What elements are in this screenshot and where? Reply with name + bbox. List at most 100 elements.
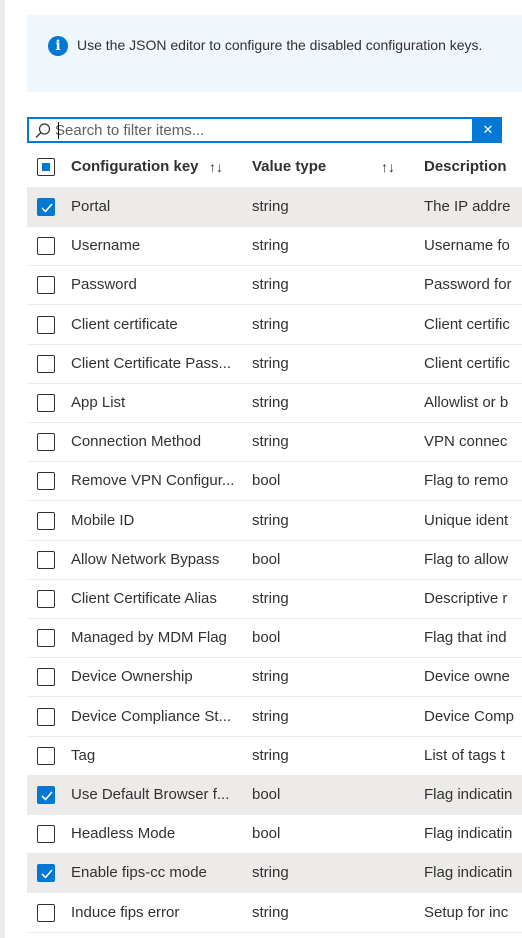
description-cell: Allowlist or b xyxy=(424,394,509,411)
row-checkbox[interactable] xyxy=(37,315,55,334)
table-row[interactable]: Tag string List of tags t xyxy=(27,737,522,776)
config-key-cell: Device Ownership xyxy=(71,668,193,686)
search-box[interactable] xyxy=(27,117,474,143)
config-key-cell: Client certificate xyxy=(71,315,178,333)
value-type-cell: string xyxy=(252,276,289,294)
value-type-cell: string xyxy=(252,903,289,921)
row-checkbox[interactable] xyxy=(37,903,55,922)
row-checkbox[interactable] xyxy=(37,825,55,844)
column-header-key[interactable]: Configuration key xyxy=(71,147,199,187)
row-checkbox[interactable] xyxy=(37,550,55,569)
description-cell: List of tags t xyxy=(424,746,505,764)
row-checkbox[interactable] xyxy=(37,354,55,373)
row-checkbox[interactable] xyxy=(37,864,55,883)
table-row[interactable]: Connection Method string VPN connec xyxy=(27,423,522,463)
config-key-cell: Device Compliance St... xyxy=(71,707,232,725)
value-type-cell: string xyxy=(252,668,289,686)
row-checkbox[interactable] xyxy=(37,198,55,216)
table-row[interactable]: Mobile ID string Unique ident xyxy=(27,502,522,541)
config-key-cell: App List xyxy=(71,394,126,411)
text-caret xyxy=(58,122,59,139)
config-key-cell: Username xyxy=(71,237,141,255)
config-key-cell: Connection Method xyxy=(71,433,202,451)
search-icon xyxy=(35,123,51,138)
value-type-cell: bool xyxy=(252,472,281,490)
table-row[interactable]: Remove VPN Configur... bool Flag to remo xyxy=(27,462,522,502)
row-checkbox[interactable] xyxy=(37,237,55,256)
sort-type-icon[interactable]: ↑↓ xyxy=(381,147,395,187)
table-row[interactable]: Managed by MDM Flag bool Flag that ind xyxy=(27,619,522,659)
table-row[interactable]: Induce fips error string Setup for inc xyxy=(27,894,522,933)
table-row[interactable]: Allow Network Bypass bool Flag to allow xyxy=(27,541,522,580)
table-row[interactable]: Client Certificate Alias string Descriptiv… xyxy=(27,580,522,619)
value-type-cell: string xyxy=(252,354,289,372)
description-cell: Client certific xyxy=(424,315,510,333)
value-type-cell: string xyxy=(252,394,289,411)
sort-key-icon[interactable]: ↑↓ xyxy=(209,147,223,187)
description-cell: Flag that ind xyxy=(424,629,507,647)
description-cell: Flag to allow xyxy=(424,550,509,568)
config-key-cell: Portal xyxy=(71,198,111,215)
row-checkbox[interactable] xyxy=(37,433,55,452)
config-key-cell: Enable fips-cc mode xyxy=(71,864,207,882)
row-checkbox[interactable] xyxy=(37,707,55,726)
row-checkbox[interactable] xyxy=(37,629,55,648)
description-cell: The IP addre xyxy=(424,198,511,215)
row-checkbox[interactable] xyxy=(37,472,55,491)
value-type-cell: bool xyxy=(252,825,281,843)
value-type-cell: string xyxy=(252,315,289,333)
config-key-cell: Headless Mode xyxy=(71,825,176,843)
info-text: Use the JSON editor to configure the dis… xyxy=(77,37,483,53)
table-row[interactable]: Client Certificate Pass... string Client c… xyxy=(27,345,522,384)
table-row[interactable]: Enable fips-cc mode string Flag indicatin xyxy=(27,854,522,894)
column-header-description[interactable]: Description xyxy=(424,147,507,187)
table-row[interactable]: App List string Allowlist or b xyxy=(27,384,522,423)
value-type-cell: string xyxy=(252,707,289,725)
row-checkbox[interactable] xyxy=(37,394,55,412)
description-cell: Descriptive r xyxy=(424,590,508,607)
description-cell: Unique ident xyxy=(424,511,509,529)
search-input[interactable] xyxy=(55,120,465,140)
description-cell: Client certific xyxy=(424,354,510,372)
value-type-cell: string xyxy=(252,864,289,882)
row-checkbox[interactable] xyxy=(37,276,55,295)
row-checkbox[interactable] xyxy=(37,786,55,804)
value-type-cell: string xyxy=(252,433,289,451)
value-type-cell: string xyxy=(252,590,289,607)
table-header: Configuration key ↑↓ Value type ↑↓ Descr… xyxy=(27,147,522,188)
info-banner: i Use the JSON editor to configure the d… xyxy=(27,15,522,92)
table-row[interactable]: Portal string The IP addre xyxy=(27,188,522,227)
column-header-type[interactable]: Value type xyxy=(252,147,326,187)
table-row[interactable]: Use Default Browser f... bool Flag indicat… xyxy=(27,776,522,815)
left-border xyxy=(0,0,5,938)
config-key-cell: Tag xyxy=(71,746,96,764)
value-type-cell: string xyxy=(252,198,289,215)
value-type-cell: bool xyxy=(252,786,281,803)
config-key-cell: Client Certificate Alias xyxy=(71,590,217,607)
table-row[interactable]: Client certificate string Client certific xyxy=(27,306,522,345)
value-type-cell: bool xyxy=(252,550,281,568)
table-row[interactable]: Password string Password for xyxy=(27,266,522,306)
table-row[interactable]: Device Ownership string Device owne xyxy=(27,658,522,698)
row-checkbox[interactable] xyxy=(37,668,55,687)
table-row[interactable]: Device Compliance St... string Device Comp xyxy=(27,698,522,737)
row-checkbox[interactable] xyxy=(37,746,55,765)
table-row[interactable]: Headless Mode bool Flag indicatin xyxy=(27,815,522,855)
row-checkbox[interactable] xyxy=(37,511,55,530)
description-cell: Password for xyxy=(424,276,512,294)
clear-search-button[interactable]: ✕ xyxy=(474,117,502,143)
description-cell: VPN connec xyxy=(424,433,508,451)
select-all-checkbox[interactable] xyxy=(37,158,55,176)
value-type-cell: string xyxy=(252,237,289,255)
config-key-cell: Allow Network Bypass xyxy=(71,550,220,568)
config-key-cell: Client Certificate Pass... xyxy=(71,354,232,372)
row-checkbox[interactable] xyxy=(37,590,55,608)
config-key-cell: Mobile ID xyxy=(71,511,135,529)
description-cell: Flag indicatin xyxy=(424,786,513,803)
value-type-cell: string xyxy=(252,511,289,529)
config-key-cell: Induce fips error xyxy=(71,903,180,921)
description-cell: Setup for inc xyxy=(424,903,509,921)
table-row[interactable]: Username string Username fo xyxy=(27,227,522,267)
config-key-cell: Managed by MDM Flag xyxy=(71,629,227,647)
close-icon: ✕ xyxy=(482,122,494,137)
